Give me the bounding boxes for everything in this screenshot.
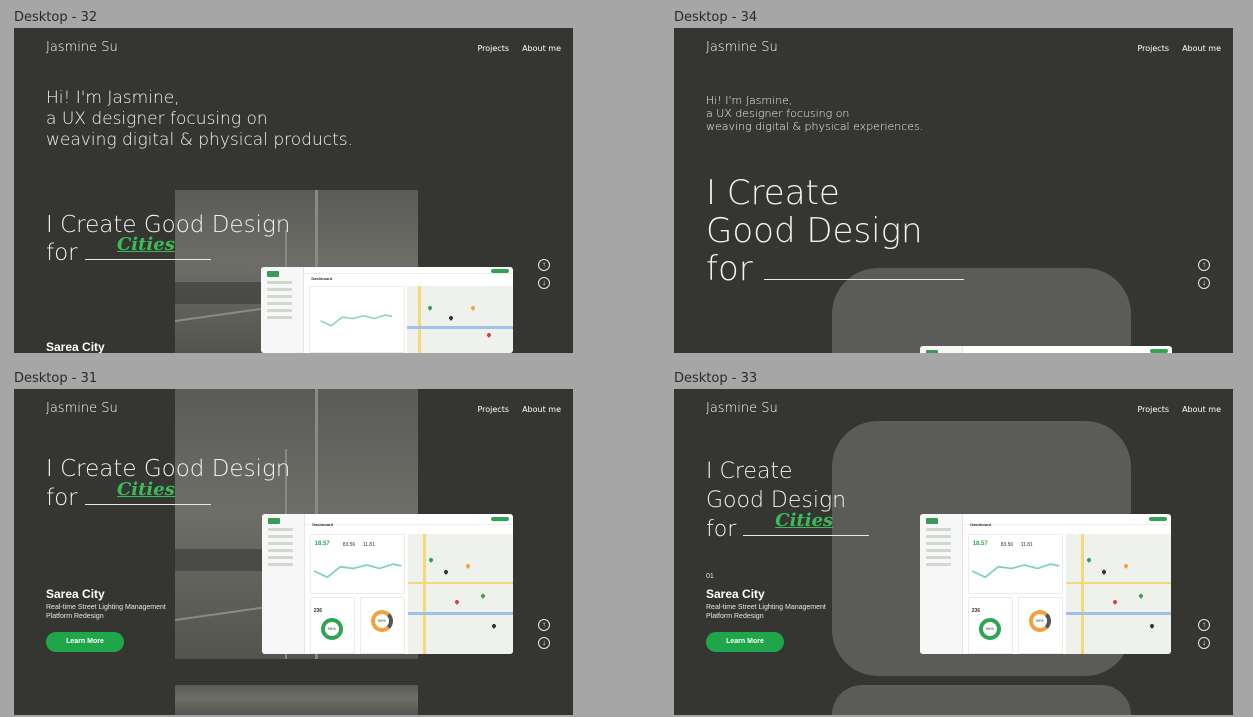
next-photo — [175, 685, 418, 715]
hero-headline: I Create Good Design for — [706, 174, 964, 288]
project-subtitle-line: Real-time Street Lighting Management — [46, 604, 166, 611]
kpi-value: 18.57 — [314, 540, 330, 547]
nav-about[interactable]: About me — [522, 44, 561, 53]
frame-desktop-32: Jasmine Su Projects About me Hi! I'm Jas… — [14, 28, 573, 353]
project-subtitle-line: Real-time Street Lighting Management — [706, 604, 826, 611]
intro-line: weaving digital & physical products. — [46, 130, 353, 150]
project-subtitle-line: Platform Redesign — [706, 613, 764, 620]
line-chart-icon — [971, 563, 1060, 579]
line-chart-icon — [313, 563, 402, 579]
nav-about[interactable]: About me — [1182, 44, 1221, 53]
nav-projects[interactable]: Projects — [477, 44, 509, 53]
donut-chart: 59% — [1028, 609, 1051, 632]
hero-for: for — [706, 517, 737, 542]
donut-chart: 95% — [320, 617, 343, 640]
scroll-arrows: ↑ ↓ — [538, 259, 550, 295]
frame-label-34: Desktop - 34 — [674, 10, 758, 25]
frame-label-32: Desktop - 32 — [14, 10, 98, 25]
dashboard-title: Dashboard — [311, 275, 333, 281]
kpi-value: 11.81 — [362, 541, 375, 548]
scroll-arrows: ↑ ↓ — [1198, 619, 1210, 655]
project-title: Sarea City — [706, 587, 765, 601]
dashboard-mockup: Dashboard — [261, 267, 513, 353]
arrow-down-circle-icon[interactable]: ↓ — [538, 277, 550, 289]
hero-line: I Create — [706, 173, 840, 213]
hero-line: Good Design — [706, 211, 923, 251]
frame-label-31: Desktop - 31 — [14, 371, 98, 386]
hero-cities-word: Cities — [775, 510, 834, 531]
nav-projects[interactable]: Projects — [1137, 405, 1169, 414]
connectivity-count: 236 — [313, 607, 323, 614]
intro-line: Hi! I'm Jasmine, — [706, 94, 793, 107]
nav-projects[interactable]: Projects — [477, 405, 509, 414]
nav-about[interactable]: About me — [522, 405, 561, 414]
donut-chart: 95% — [978, 617, 1001, 640]
project-subtitle-line: Platform Redesign — [46, 613, 104, 620]
next-shape — [832, 685, 1131, 715]
logo[interactable]: Jasmine Su — [46, 40, 118, 55]
dashboard-title: Dashboard — [312, 522, 334, 528]
arrow-down-circle-icon[interactable]: ↓ — [1198, 637, 1210, 649]
nav-about[interactable]: About me — [1182, 405, 1221, 414]
dashboard-mockup — [920, 346, 1172, 353]
hero-line: I Create — [706, 459, 793, 484]
scroll-arrows: ↑ ↓ — [538, 619, 550, 655]
arrow-down-circle-icon[interactable]: ↓ — [1198, 277, 1210, 289]
nav-projects[interactable]: Projects — [1137, 44, 1169, 53]
dashboard-mockup: Dashboard 18.57 83.56 11.81 236 95% 59% — [262, 514, 513, 654]
intro-line: Hi! I'm Jasmine, — [46, 88, 180, 108]
hero-cities-word: Cities — [116, 234, 175, 255]
project-subtitle: Real-time Street Lighting Management Pla… — [706, 603, 826, 621]
connectivity-count: 236 — [971, 607, 981, 614]
intro-text: Hi! I'm Jasmine, a UX designer focusing … — [706, 94, 923, 133]
logo[interactable]: Jasmine Su — [706, 40, 778, 55]
intro-text: Hi! I'm Jasmine, a UX designer focusing … — [46, 88, 353, 151]
donut-value: 59% — [1035, 617, 1044, 623]
donut-chart: 59% — [370, 609, 393, 632]
donut-value: 95% — [327, 625, 336, 631]
scroll-arrows: ↑ ↓ — [1198, 259, 1210, 295]
logo[interactable]: Jasmine Su — [706, 401, 778, 416]
project-title: Sarea City — [46, 340, 105, 353]
dashboard-title: Dashboard — [970, 522, 992, 528]
kpi-value: 83.56 — [1000, 541, 1014, 548]
hero-for: for — [46, 485, 78, 511]
arrow-up-circle-icon[interactable]: ↑ — [538, 259, 550, 271]
arrow-up-circle-icon[interactable]: ↑ — [1198, 619, 1210, 631]
kpi-value: 11.81 — [1020, 541, 1033, 548]
frame-label-33: Desktop - 33 — [674, 371, 758, 386]
project-title: Sarea City — [46, 587, 105, 601]
hero-headline: I Create Good Design for Cities — [46, 455, 290, 513]
arrow-down-circle-icon[interactable]: ↓ — [538, 637, 550, 649]
donut-value: 59% — [377, 617, 386, 623]
arrow-up-circle-icon[interactable]: ↑ — [1198, 259, 1210, 271]
arrow-up-circle-icon[interactable]: ↑ — [538, 619, 550, 631]
hero-cities-word: Cities — [116, 479, 175, 500]
hero-for: for — [706, 249, 753, 289]
intro-line: a UX designer focusing on — [46, 109, 268, 129]
hero-for: for — [46, 240, 78, 266]
learn-more-button[interactable]: Learn More — [46, 632, 124, 652]
intro-line: weaving digital & physical experiences. — [706, 120, 924, 133]
project-subtitle: Real-time Street Lighting Management Pla… — [46, 603, 166, 621]
kpi-value: 18.57 — [972, 540, 988, 547]
logo[interactable]: Jasmine Su — [46, 401, 118, 416]
frame-desktop-33: Jasmine Su Projects About me I Create Go… — [674, 389, 1233, 715]
project-number: 01 — [706, 573, 714, 580]
kpi-value: 83.56 — [342, 541, 356, 548]
learn-more-button[interactable]: Learn More — [706, 632, 784, 652]
donut-value: 95% — [985, 625, 994, 631]
frame-desktop-34: Jasmine Su Projects About me Hi! I'm Jas… — [674, 28, 1233, 353]
hero-headline: I Create Good Design for Cities — [706, 457, 870, 544]
hero-headline: I Create Good Design for Cities — [46, 211, 290, 267]
dashboard-mockup: Dashboard 18.57 83.56 11.81 236 95% 59% — [920, 514, 1171, 654]
intro-line: a UX designer focusing on — [706, 107, 850, 120]
line-chart-icon — [320, 314, 393, 327]
frame-desktop-31: Jasmine Su Projects About me I Create Go… — [14, 389, 573, 715]
